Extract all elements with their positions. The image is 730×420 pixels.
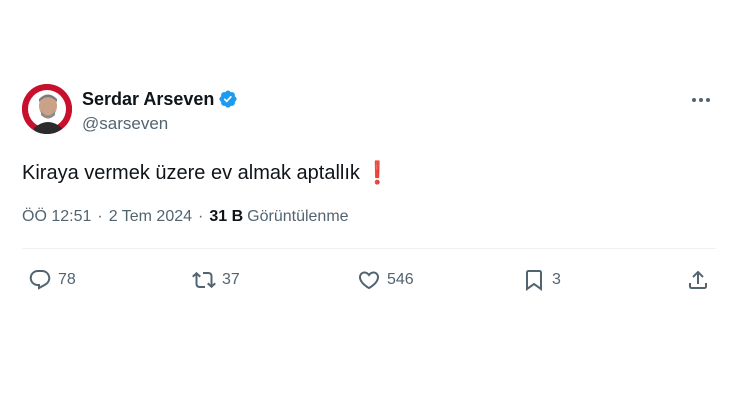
retweet-count: 37 — [222, 271, 240, 288]
reply-count: 78 — [58, 271, 76, 288]
bookmark-icon — [522, 268, 546, 292]
more-icon — [692, 98, 696, 102]
like-count: 546 — [387, 271, 414, 288]
bookmark-button[interactable]: 3 — [522, 262, 561, 298]
tweet-card: Serdar Arseven @sarseven Kiraya vermek ü… — [0, 72, 730, 304]
divider — [22, 248, 716, 249]
action-bar: 78 37 546 3 — [0, 262, 730, 298]
avatar-image — [22, 84, 72, 134]
views-count: 31 B — [209, 208, 244, 225]
name-row: Serdar Arseven — [82, 88, 238, 110]
meta-separator: · — [198, 208, 204, 225]
reply-icon — [28, 268, 52, 292]
reply-button[interactable]: 78 — [28, 262, 76, 298]
meta-separator: · — [97, 208, 103, 225]
avatar[interactable] — [22, 84, 72, 134]
bookmark-count: 3 — [552, 271, 561, 288]
share-icon — [686, 268, 710, 292]
display-name[interactable]: Serdar Arseven — [82, 89, 214, 110]
more-icon-dot — [706, 98, 710, 102]
user-handle[interactable]: @sarseven — [82, 114, 168, 134]
views-label: Görüntülenme — [247, 208, 349, 225]
like-button[interactable]: 546 — [357, 262, 414, 298]
exclamation-emoji: ❗ — [363, 160, 392, 185]
verified-badge-icon — [218, 89, 238, 109]
share-button[interactable] — [686, 262, 710, 298]
tweet-meta: ÖÖ 12:51 · 2 Tem 2024 · 31 B Görüntülenm… — [22, 208, 349, 226]
tweet-text: Kiraya vermek üzere ev almak aptallık ❗ — [22, 160, 391, 186]
tweet-body: Kiraya vermek üzere ev almak aptallık — [22, 161, 360, 184]
like-icon — [357, 268, 381, 292]
tweet-date[interactable]: 2 Tem 2024 — [109, 208, 192, 226]
retweet-icon — [192, 268, 216, 292]
retweet-button[interactable]: 37 — [192, 262, 240, 298]
tweet-time[interactable]: ÖÖ 12:51 — [22, 208, 91, 226]
more-options-button[interactable] — [688, 90, 714, 110]
more-icon-dot — [699, 98, 703, 102]
